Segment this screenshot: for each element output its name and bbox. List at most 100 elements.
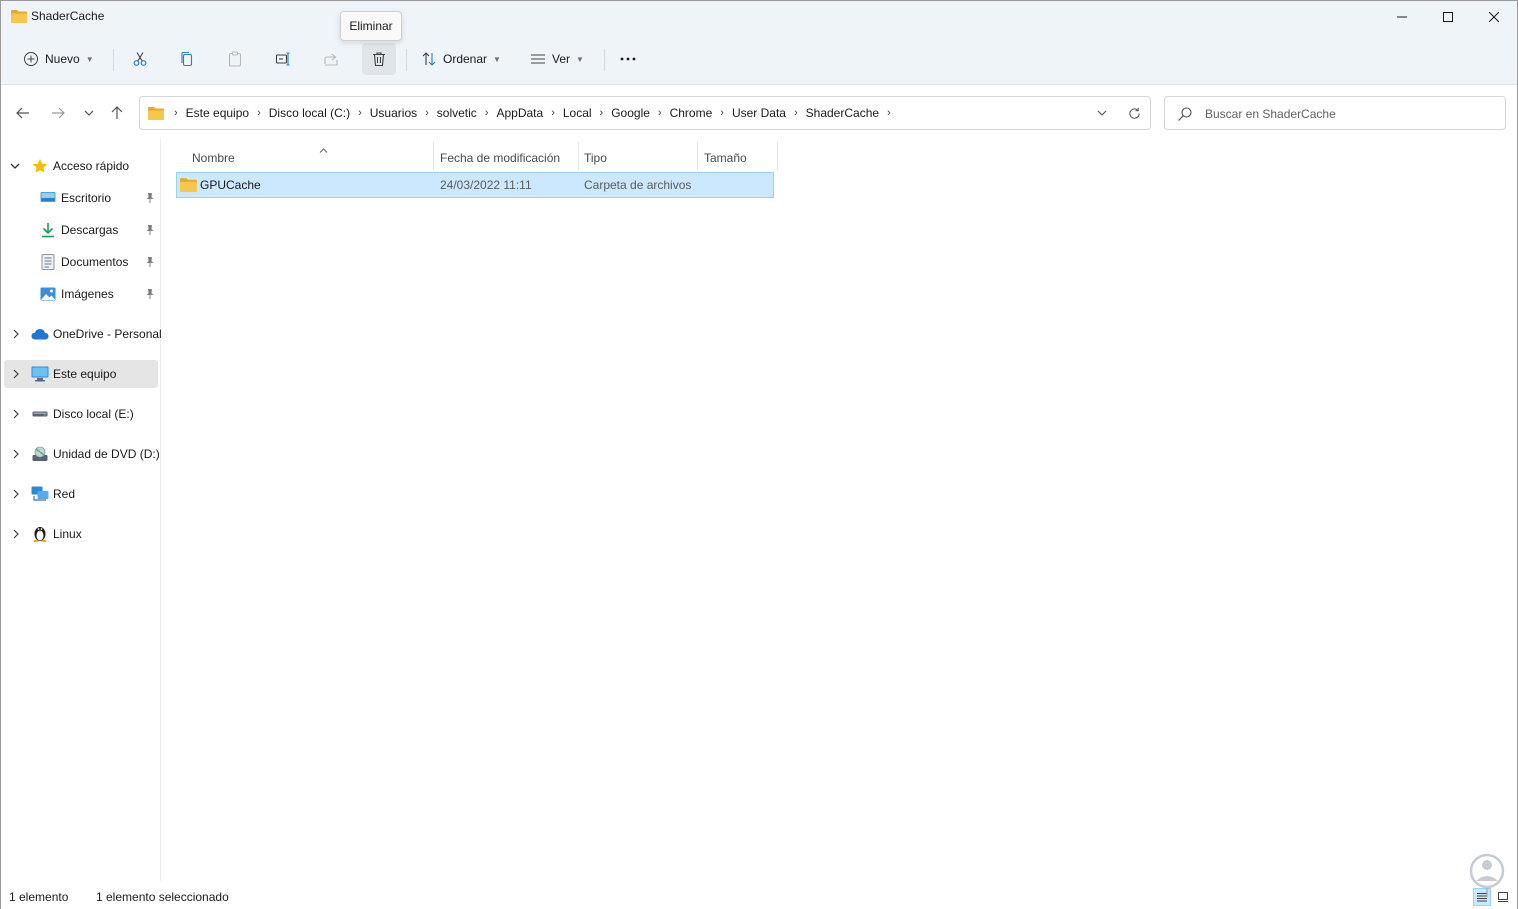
- chevron-right-icon[interactable]: [10, 368, 22, 380]
- item-count: 1 elemento: [9, 890, 69, 904]
- sidebar-item-dvd-drive[interactable]: Unidad de DVD (D:): [4, 440, 160, 468]
- chevron-right-icon[interactable]: ›: [170, 107, 182, 119]
- tux-penguin-icon: [31, 524, 49, 542]
- column-divider[interactable]: [777, 142, 778, 170]
- breadcrumb-item[interactable]: Google: [607, 106, 654, 120]
- pictures-icon: [39, 285, 57, 303]
- download-icon: [39, 221, 57, 239]
- sort-button[interactable]: Ordenar ▼: [415, 43, 511, 75]
- pin-icon[interactable]: [144, 192, 156, 204]
- title-bar: ShaderCache: [1, 1, 1517, 33]
- chevron-right-icon[interactable]: ›: [481, 107, 493, 119]
- search-box[interactable]: Buscar en ShaderCache: [1164, 96, 1506, 130]
- minimize-button[interactable]: [1379, 1, 1425, 33]
- sidebar-item-desktop[interactable]: Escritorio: [4, 184, 158, 212]
- sidebar-item-label: Este equipo: [53, 367, 117, 381]
- chevron-right-icon[interactable]: [10, 328, 22, 340]
- chevron-right-icon[interactable]: ›: [354, 107, 366, 119]
- breadcrumb-item[interactable]: Local: [559, 106, 596, 120]
- address-history-button[interactable]: [1092, 105, 1112, 121]
- arrow-up-icon: [111, 106, 123, 119]
- chevron-right-icon[interactable]: [10, 528, 22, 540]
- maximize-button[interactable]: [1425, 1, 1471, 33]
- pin-icon[interactable]: [144, 288, 156, 300]
- cut-button[interactable]: [125, 43, 155, 75]
- column-header-type[interactable]: Tipo: [579, 144, 697, 172]
- chevron-right-icon[interactable]: ›: [883, 107, 895, 119]
- computer-icon: [31, 365, 49, 383]
- chevron-down-icon[interactable]: [9, 160, 21, 172]
- chevron-right-icon[interactable]: [10, 448, 22, 460]
- copy-button[interactable]: [172, 43, 202, 75]
- close-button[interactable]: [1471, 1, 1517, 33]
- share-button[interactable]: [316, 43, 346, 75]
- chevron-right-icon[interactable]: ›: [421, 107, 433, 119]
- up-button[interactable]: [106, 103, 128, 123]
- more-options-button[interactable]: [613, 43, 643, 75]
- chevron-right-icon[interactable]: ›: [547, 107, 559, 119]
- breadcrumb-item[interactable]: Disco local (C:): [265, 106, 354, 120]
- column-header-modified[interactable]: Fecha de modificación: [434, 144, 578, 172]
- pin-icon[interactable]: [144, 256, 156, 268]
- delete-button[interactable]: [362, 43, 396, 75]
- column-header-label: Tipo: [584, 151, 607, 165]
- sidebar-item-network[interactable]: Red: [4, 480, 158, 508]
- rename-button[interactable]: [268, 43, 298, 75]
- search-icon: [1178, 107, 1192, 121]
- file-row-selected[interactable]: GPUCache 24/03/2022 11:11 Carpeta de arc…: [176, 172, 774, 198]
- chevron-down-icon: ▼: [85, 54, 94, 64]
- desktop-icon: [39, 189, 57, 207]
- column-header-label: Fecha de modificación: [440, 151, 561, 165]
- selection-count: 1 elemento seleccionado: [96, 890, 229, 904]
- refresh-button[interactable]: [1124, 104, 1144, 122]
- chevron-right-icon[interactable]: ›: [790, 107, 802, 119]
- new-label: Nuevo: [45, 52, 80, 66]
- plus-circle-icon: [24, 52, 38, 66]
- file-name: GPUCache: [200, 178, 261, 192]
- breadcrumb-item[interactable]: Este equipo: [182, 106, 253, 120]
- chevron-right-icon[interactable]: ›: [596, 107, 608, 119]
- column-header-name[interactable]: Nombre: [176, 144, 433, 172]
- paste-button[interactable]: [220, 43, 250, 75]
- chevron-right-icon[interactable]: ›: [253, 107, 265, 119]
- sidebar-item-downloads[interactable]: Descargas: [4, 216, 158, 244]
- sidebar-item-label: Disco local (E:): [53, 407, 134, 421]
- sidebar-item-local-disk-e[interactable]: Disco local (E:): [4, 400, 158, 428]
- sidebar-item-quick-access[interactable]: Acceso rápido: [4, 152, 158, 180]
- breadcrumb-item[interactable]: User Data: [728, 106, 790, 120]
- sidebar-item-this-pc[interactable]: Este equipo: [4, 360, 158, 388]
- sidebar-item-onedrive[interactable]: OneDrive - Personal: [4, 320, 162, 348]
- breadcrumb-item[interactable]: Chrome: [666, 106, 717, 120]
- arrow-right-icon: [52, 107, 65, 119]
- pin-icon[interactable]: [144, 224, 156, 236]
- new-button[interactable]: Nuevo ▼: [15, 43, 101, 75]
- drive-icon: [31, 405, 49, 423]
- view-list-icon: [531, 54, 545, 64]
- breadcrumb-item[interactable]: Usuarios: [366, 106, 421, 120]
- file-explorer-window: ShaderCache Nuevo ▼ Ordenar ▼ Ver ▼ Elim…: [0, 0, 1518, 909]
- breadcrumb-item[interactable]: AppData: [492, 106, 547, 120]
- chevron-right-icon[interactable]: [10, 488, 22, 500]
- refresh-icon: [1128, 107, 1140, 119]
- network-icon: [31, 485, 49, 503]
- breadcrumb-item[interactable]: solvetic: [433, 106, 481, 120]
- sidebar-item-label: Documentos: [61, 255, 129, 269]
- chevron-right-icon[interactable]: [10, 408, 22, 420]
- command-bar: Nuevo ▼ Ordenar ▼ Ver ▼: [1, 33, 1517, 85]
- sidebar-item-linux[interactable]: Linux: [4, 520, 158, 548]
- breadcrumb-item[interactable]: ShaderCache: [802, 106, 883, 120]
- sidebar-item-documents[interactable]: Documentos: [4, 248, 158, 276]
- sidebar-item-pictures[interactable]: Imágenes: [4, 280, 158, 308]
- address-bar[interactable]: › Este equipo › Disco local (C:) › Usuar…: [139, 96, 1151, 130]
- forward-button[interactable]: [47, 103, 69, 123]
- recent-locations-button[interactable]: [78, 103, 100, 123]
- view-button[interactable]: Ver ▼: [524, 43, 596, 75]
- view-label: Ver: [552, 52, 571, 66]
- chevron-right-icon[interactable]: ›: [654, 107, 666, 119]
- chevron-right-icon[interactable]: ›: [716, 107, 728, 119]
- column-header-size[interactable]: Tamaño: [698, 144, 778, 172]
- file-modified: 24/03/2022 11:11: [440, 178, 532, 192]
- back-button[interactable]: [12, 103, 34, 123]
- folder-icon: [148, 107, 164, 120]
- clipboard-icon: [228, 51, 242, 67]
